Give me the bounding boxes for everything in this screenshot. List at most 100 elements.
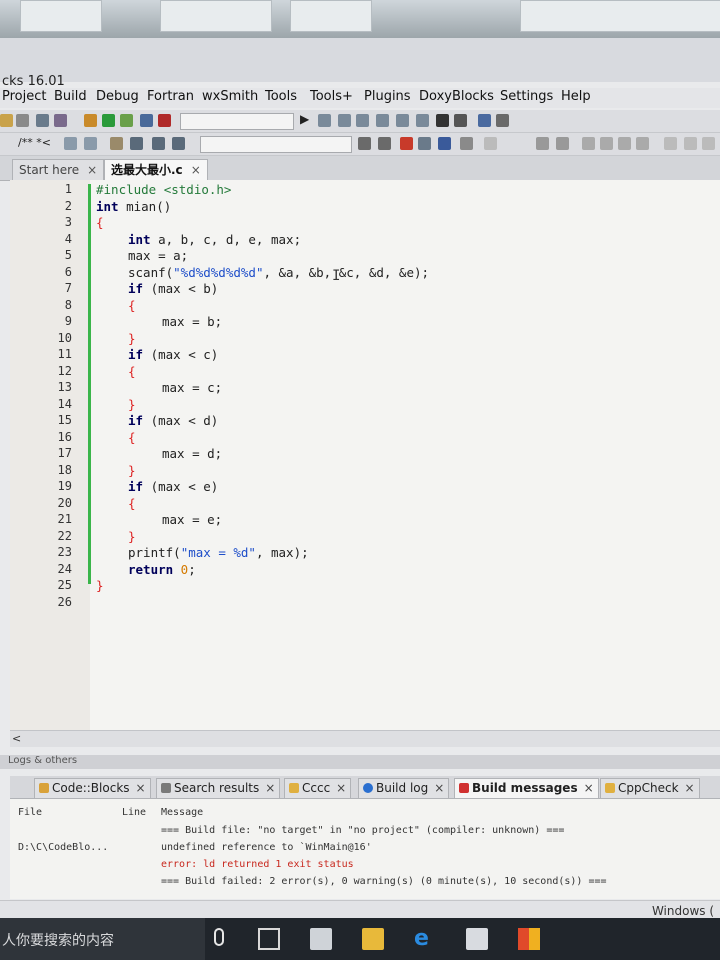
menu-tools[interactable]: Tools [265, 89, 297, 104]
build-run-icon[interactable] [120, 114, 133, 127]
code-line: if (max < d) [128, 413, 219, 428]
bookmark-toggle-icon[interactable] [152, 137, 165, 150]
highlight-icon[interactable] [400, 137, 413, 150]
store-icon[interactable] [310, 928, 332, 950]
step-instruction-icon[interactable] [416, 114, 429, 127]
background-photo [0, 0, 720, 40]
save-icon[interactable] [16, 114, 29, 127]
log-message[interactable]: undefined reference to `WinMain@16' [161, 842, 372, 853]
align-icon[interactable] [618, 137, 631, 150]
task-view-icon[interactable] [258, 928, 280, 950]
doxy-run-icon[interactable] [84, 137, 97, 150]
abort-icon[interactable] [158, 114, 171, 127]
align-icon[interactable] [582, 137, 595, 150]
taskbar-search-box[interactable]: 人你要搜索的内容 [0, 918, 224, 960]
close-icon[interactable]: × [136, 781, 146, 795]
jump-icon[interactable] [110, 137, 123, 150]
tab-codeblocks-log[interactable]: Code::Blocks × [34, 778, 151, 798]
tab-cppcheck[interactable]: CppCheck × [600, 778, 700, 798]
menu-settings[interactable]: Settings [500, 89, 553, 104]
scroll-left-icon[interactable]: < [12, 732, 21, 745]
tab-start-here[interactable]: Start here × [12, 159, 105, 180]
regex-icon[interactable] [460, 137, 473, 150]
column-header-message[interactable]: Message [161, 807, 203, 818]
debug-start-icon[interactable]: ▶ [300, 112, 313, 126]
step-out-icon[interactable] [376, 114, 389, 127]
menu-tools-plus[interactable]: Tools+ [310, 89, 353, 104]
menu-build[interactable]: Build [54, 89, 87, 104]
log-message-error[interactable]: error: ld returned 1 exit status [161, 859, 354, 870]
code-line: int mian() [96, 199, 172, 214]
next-instruction-icon[interactable] [396, 114, 409, 127]
menu-wxsmith[interactable]: wxSmith [202, 89, 258, 104]
log-message[interactable]: === Build file: "no target" in "no proje… [161, 825, 564, 836]
align-icon[interactable] [636, 137, 649, 150]
log-file[interactable]: D:\C\CodeBlo... [18, 842, 108, 853]
tab-build-messages[interactable]: Build messages × [454, 778, 599, 798]
code-editor[interactable]: 1 2 3 4 5 6 7 8 9 10 11 12 13 14 15 16 1… [10, 180, 720, 730]
code-line: int a, b, c, d, e, max; [128, 232, 302, 247]
various-info-icon[interactable] [496, 114, 509, 127]
align-icon[interactable] [600, 137, 613, 150]
close-icon[interactable]: × [434, 781, 444, 795]
stop-debug-icon[interactable] [454, 114, 467, 127]
find-icon[interactable] [36, 114, 49, 127]
run-to-cursor-icon[interactable] [318, 114, 331, 127]
tab-build-log[interactable]: Build log × [358, 778, 450, 798]
frame-icon[interactable] [684, 137, 697, 150]
layout-icon[interactable] [536, 137, 549, 150]
tab-source-file[interactable]: 选最大最小.c × [104, 159, 208, 180]
column-header-file[interactable]: File [18, 807, 42, 818]
microphone-icon[interactable] [214, 928, 224, 946]
build-messages-panel[interactable]: File Line Message === Build file: "no ta… [10, 799, 720, 899]
close-icon[interactable]: × [265, 781, 275, 795]
nav-forward-icon[interactable] [378, 137, 391, 150]
horizontal-scrollbar[interactable]: < [10, 730, 720, 747]
rebuild-icon[interactable] [140, 114, 153, 127]
line-number: 11 [57, 347, 72, 361]
open-icon[interactable] [0, 114, 13, 127]
layout-icon[interactable] [556, 137, 569, 150]
doxy-icon[interactable] [64, 137, 77, 150]
nav-back-icon[interactable] [358, 137, 371, 150]
replace-icon[interactable] [54, 114, 67, 127]
menu-fortran[interactable]: Fortran [147, 89, 194, 104]
column-header-line[interactable]: Line [122, 807, 146, 818]
edge-browser-icon[interactable]: e [414, 928, 436, 950]
menu-project[interactable]: Project [2, 89, 46, 104]
build-target-combo[interactable] [180, 113, 294, 130]
code-line: printf("max = %d", max); [128, 545, 309, 560]
debug-windows-icon[interactable] [478, 114, 491, 127]
bookmark-next-icon[interactable] [172, 137, 185, 150]
close-icon[interactable]: × [87, 163, 97, 177]
comment-button[interactable]: /** *< [18, 136, 51, 149]
run-icon[interactable] [102, 114, 115, 127]
file-explorer-icon[interactable] [362, 928, 384, 950]
menu-doxyblocks[interactable]: DoxyBlocks [419, 89, 494, 104]
scope-combo[interactable] [200, 136, 352, 153]
tab-cccc[interactable]: Cccc × [284, 778, 352, 798]
log-message[interactable]: === Build failed: 2 error(s), 0 warning(… [161, 876, 607, 887]
frame-icon[interactable] [664, 137, 677, 150]
step-into-icon[interactable] [356, 114, 369, 127]
codeblocks-taskbar-icon[interactable] [518, 928, 540, 950]
mail-icon[interactable] [466, 928, 488, 950]
build-gear-icon[interactable] [84, 114, 97, 127]
next-line-icon[interactable] [338, 114, 351, 127]
logs-panel-title: Logs & others [8, 755, 78, 766]
close-icon[interactable]: × [584, 781, 594, 795]
menu-plugins[interactable]: Plugins [364, 89, 411, 104]
select-icon[interactable] [418, 137, 431, 150]
frame-icon[interactable] [702, 137, 715, 150]
match-case-icon[interactable] [438, 137, 451, 150]
close-icon[interactable]: × [191, 163, 201, 177]
close-icon[interactable]: × [336, 781, 346, 795]
menu-debug[interactable]: Debug [96, 89, 139, 104]
menu-help[interactable]: Help [561, 89, 591, 104]
bookmark-prev-icon[interactable] [130, 137, 143, 150]
close-icon[interactable]: × [685, 781, 695, 795]
line-number: 5 [64, 248, 72, 262]
pause-icon[interactable] [436, 114, 449, 127]
pointer-icon[interactable] [484, 137, 497, 150]
tab-search-results[interactable]: Search results × [156, 778, 281, 798]
